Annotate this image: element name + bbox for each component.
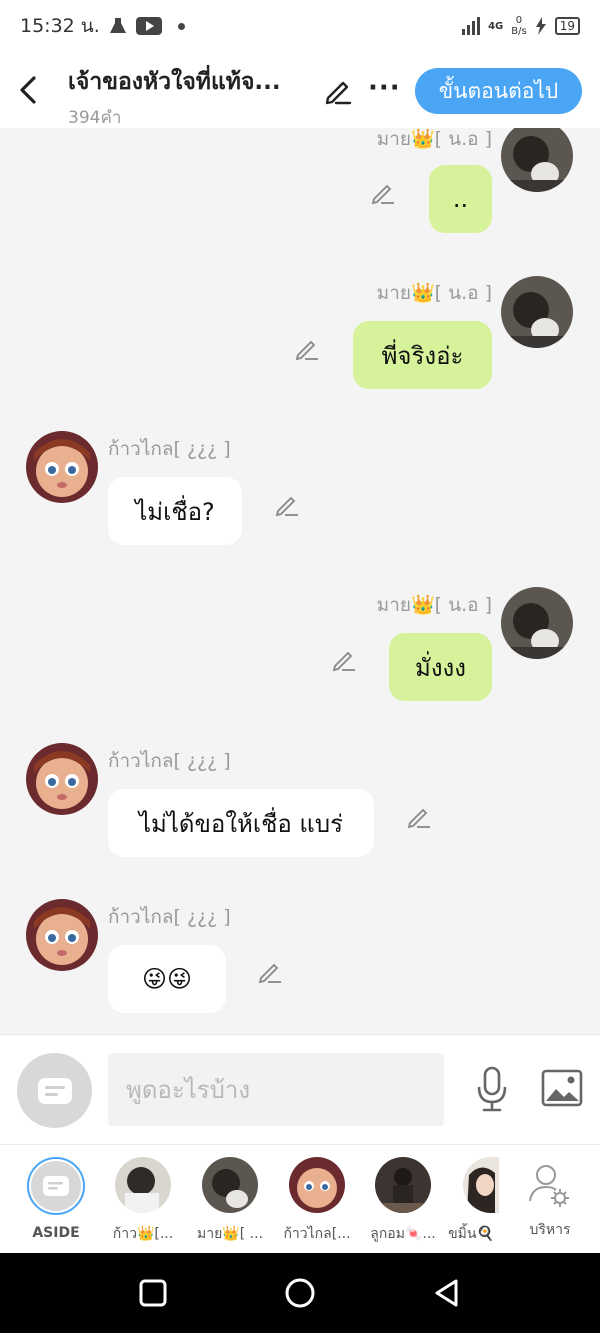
battery-level: 19	[554, 17, 580, 35]
member-label: มาย👑[ ...	[197, 1226, 263, 1242]
avatar-kaew[interactable]	[26, 899, 98, 971]
word-count: 394คำ	[68, 108, 122, 128]
sender-name: มาย👑[ น.อ ]	[376, 282, 492, 304]
member-avatar	[463, 1157, 499, 1213]
member-item[interactable]: ก้าวไกล[...	[274, 1157, 360, 1245]
notification-dot-icon	[177, 22, 185, 30]
message-bubble[interactable]: มั่งงง	[389, 633, 492, 701]
avatar-mai[interactable]	[501, 128, 573, 192]
nav-square-icon[interactable]	[135, 1275, 171, 1311]
manage-members-button[interactable]: บริหาร	[510, 1157, 590, 1241]
youtube-icon	[135, 17, 162, 35]
image-icon[interactable]	[541, 1069, 583, 1107]
avatar-mai[interactable]	[501, 276, 573, 348]
back-icon[interactable]	[14, 70, 42, 110]
next-step-button[interactable]: ขั้นตอนต่อไป	[415, 68, 582, 114]
member-item[interactable]: ก้าว👑[...	[100, 1157, 186, 1245]
member-avatar	[115, 1157, 171, 1213]
member-strip[interactable]: ASIDE ก้าว👑[... มาย👑[ ... ก้าวไกล[... ลู…	[0, 1144, 600, 1253]
member-avatar	[202, 1157, 258, 1213]
aside-avatar	[27, 1157, 85, 1215]
mic-icon[interactable]	[474, 1065, 510, 1113]
aside-toggle-button[interactable]	[17, 1053, 92, 1128]
sender-name: มาย👑[ น.อ ]	[376, 594, 492, 616]
edit-icon[interactable]	[256, 957, 284, 985]
network-speed-unit: B/s	[511, 26, 527, 37]
avatar-mai[interactable]	[501, 587, 573, 659]
member-label: ก้าวไกล[...	[283, 1226, 351, 1242]
edit-icon[interactable]	[273, 490, 301, 518]
signal-icon	[462, 17, 481, 35]
sender-name: มาย👑[ น.อ ]	[376, 128, 492, 150]
edit-icon[interactable]	[369, 178, 397, 206]
member-label: ก้าว👑[...	[112, 1226, 174, 1242]
member-label: บริหาร	[529, 1222, 571, 1238]
member-aside[interactable]: ASIDE	[13, 1157, 99, 1241]
network-speed-value: 0	[515, 15, 523, 26]
nav-circle-icon[interactable]	[282, 1275, 318, 1311]
more-icon[interactable]: ···	[368, 74, 400, 106]
member-label: ลูกอม🍬...	[370, 1226, 436, 1242]
sender-name: ก้าวไกล[ ¿¿¿ ]	[108, 750, 231, 772]
member-item[interactable]: ลูกอม🍬...	[360, 1157, 446, 1245]
message-bubble[interactable]: ไม่เชื่อ?	[108, 477, 242, 545]
chat-bubble-icon	[43, 1176, 69, 1196]
message-bubble[interactable]: ..	[429, 165, 492, 233]
edit-icon[interactable]	[330, 645, 358, 673]
manage-user-icon	[529, 1165, 569, 1207]
status-time: 15:32 น.	[20, 15, 100, 37]
member-label: ASIDE	[32, 1225, 80, 1241]
charging-icon	[535, 17, 546, 35]
pencil-icon[interactable]	[322, 74, 354, 106]
system-nav-bar	[0, 1253, 600, 1333]
message-bubble[interactable]: ไม่ได้ขอให้เชื่อ แบร่	[108, 789, 374, 857]
chat-header: เจ้าของหัวใจที่แท้จ... 394คำ ··· ขั้นตอน…	[0, 52, 600, 128]
network-type: 4G	[488, 20, 504, 32]
member-avatar	[375, 1157, 431, 1213]
sender-name: ก้าวไกล[ ¿¿¿ ]	[108, 906, 231, 928]
message-bubble[interactable]: พี่จริงอ่ะ	[353, 321, 492, 389]
chat-area[interactable]: มาย👑[ น.อ ] .. มาย👑[ น.อ ] พี่จริงอ่ะ ก้…	[0, 128, 600, 1034]
network-speed: 0 B/s	[511, 15, 526, 37]
title-block: เจ้าของหัวใจที่แท้จ... 394คำ	[68, 64, 313, 131]
member-avatar	[289, 1157, 345, 1213]
sender-name: ก้าวไกล[ ¿¿¿ ]	[108, 438, 231, 460]
edit-icon[interactable]	[405, 802, 433, 830]
member-item[interactable]: ขมิ้น🍳	[436, 1157, 506, 1245]
input-bar	[0, 1034, 600, 1144]
message-input[interactable]	[108, 1053, 444, 1126]
chat-bubble-icon	[37, 1077, 72, 1104]
flask-icon	[109, 18, 126, 33]
edit-icon[interactable]	[293, 334, 321, 362]
avatar-kaew[interactable]	[26, 431, 98, 503]
nav-back-icon[interactable]	[429, 1275, 465, 1311]
message-bubble[interactable]: 😜😜	[108, 945, 226, 1013]
status-bar: 15:32 น. 4G 0 B/s 19	[0, 0, 600, 52]
member-item[interactable]: มาย👑[ ...	[187, 1157, 273, 1245]
story-title[interactable]: เจ้าของหัวใจที่แท้จ...	[68, 64, 313, 100]
member-label: ขมิ้น🍳	[448, 1226, 494, 1242]
avatar-kaew[interactable]	[26, 743, 98, 815]
